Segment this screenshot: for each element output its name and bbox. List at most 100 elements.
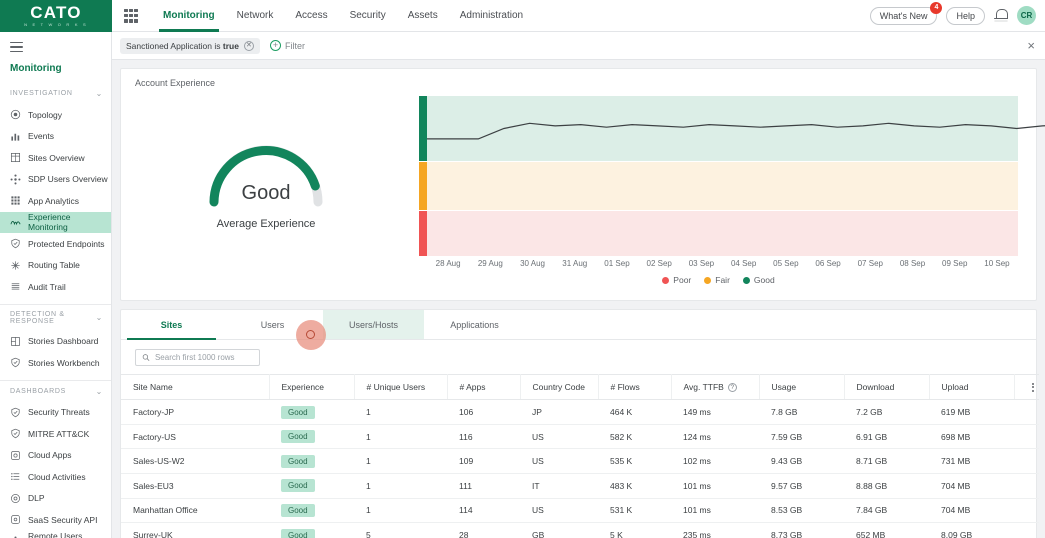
sidebar-item-stories-workbench[interactable]: Stories Workbench <box>0 352 111 374</box>
close-icon[interactable]: × <box>1027 39 1037 52</box>
brand-wordmark: CATO <box>30 3 82 22</box>
x-tick-label: 01 Sep <box>604 259 630 268</box>
sidebar-item-label: Remote Users Dashboard <box>28 531 83 538</box>
sidebar-item-label: Events <box>28 131 54 142</box>
list-lines-icon <box>11 473 20 481</box>
x-tick-label: 31 Aug <box>562 259 588 268</box>
saas-icon <box>11 515 20 525</box>
col-unique-users[interactable]: # Unique Users <box>354 373 448 401</box>
topnav-item-access[interactable]: Access <box>284 0 338 32</box>
topnav-item-monitoring[interactable]: Monitoring <box>152 0 226 32</box>
sidebar-item-remote-users-dashboard[interactable]: Remote Users Dashboard <box>0 531 111 538</box>
sidebar-item-security-threats[interactable]: Security Threats <box>0 402 111 424</box>
col-experience[interactable]: Experience <box>269 373 355 401</box>
cell-flows: 535 K <box>598 448 671 475</box>
cell-usage: 8.53 GB <box>759 498 844 524</box>
kebab-menu-icon[interactable] <box>1027 382 1040 392</box>
table-row[interactable]: Sales-EU3 Good 1 111 IT 483 K 101 ms 9.57 GB 8.8… <box>121 473 1039 499</box>
add-filter-button[interactable]: + Filter <box>269 40 305 51</box>
sidebar-item-audit-trail[interactable]: Audit Trail <box>0 276 111 298</box>
topnav-label: Assets <box>407 10 438 21</box>
bell-icon[interactable] <box>994 8 1008 23</box>
filter-chip-prefix: Sanctioned Application is <box>126 40 221 51</box>
chart-x-axis: 28 Aug 29 Aug 30 Aug 31 Aug 01 Sep 02 Sep 03 S… <box>419 259 1018 268</box>
tab-applications[interactable]: Applications <box>424 310 525 339</box>
sidebar-item-label: Experience Monitoring <box>28 212 71 233</box>
filter-chip-sanctioned-application[interactable]: Sanctioned Application is true ✕ <box>120 37 260 54</box>
grid-apps-icon[interactable] <box>124 8 138 23</box>
sidebar-item-label: Routing Table <box>28 260 80 271</box>
tab-label: Users/Hosts <box>348 319 398 330</box>
topnav-item-assets[interactable]: Assets <box>397 0 449 32</box>
table-row[interactable]: Manhattan Office Good 1 114 US 531 K 101 ms 8.5… <box>121 498 1039 524</box>
sidebar-item-saas-security-api[interactable]: SaaS Security API <box>0 509 111 531</box>
target-icon <box>10 110 21 120</box>
cell-flows: 5 K <box>598 522 671 538</box>
hamburger-menu-icon[interactable] <box>0 32 111 63</box>
cell-flows: 582 K <box>598 424 671 450</box>
sidebar-item-events[interactable]: Events <box>0 126 111 148</box>
sidebar-group-dashboards[interactable]: DASHBOARDS ⌄ <box>0 381 111 402</box>
table-row[interactable]: Factory-US Good 1 116 US 582 K 124 ms 7.59 GB 6.… <box>121 424 1039 450</box>
sidebar-group-detection-response[interactable]: DETECTION & RESPONSE ⌄ <box>0 305 111 331</box>
col-download[interactable]: Download <box>844 373 930 401</box>
col-usage[interactable]: Usage <box>759 373 845 401</box>
sidebar-item-protected-endpoints[interactable]: Protected Endpoints <box>0 233 111 255</box>
table-row[interactable]: Surrey-UK Good 5 28 GB 5 K 235 ms 8.73 GB 652 MB… <box>121 522 1039 538</box>
sidebar-item-topology[interactable]: Topology <box>0 104 111 126</box>
legend-item[interactable]: Fair <box>704 275 730 285</box>
cell-upload: 698 MB <box>929 424 1014 450</box>
avatar[interactable]: CR <box>1017 6 1036 25</box>
col-upload[interactable]: Upload <box>929 373 1015 401</box>
sidebar-item-sdp-users-overview[interactable]: SDP Users Overview <box>0 169 111 191</box>
sidebar-item-cloud-activities[interactable]: Cloud Activities <box>0 466 111 488</box>
col-avg-ttfb[interactable]: Avg. TTFB? <box>671 373 760 401</box>
col-flows[interactable]: # Flows <box>598 373 672 401</box>
sidebar-item-stories-dashboard[interactable]: Stories Dashboard <box>0 331 111 353</box>
help-button[interactable]: Help <box>946 6 985 25</box>
cell-experience: Good <box>269 473 354 499</box>
tab-sites[interactable]: Sites <box>121 310 222 340</box>
brand-logo[interactable]: CATO N E T W O R K S <box>0 0 112 32</box>
sidebar-item-mitre-attack[interactable]: MITRE ATT&CK <box>0 423 111 445</box>
cell-site: Manhattan Office <box>121 498 269 524</box>
sidebar-item-dlp[interactable]: DLP <box>0 488 111 510</box>
cell-country: IT <box>520 473 598 499</box>
brand-tagline: N E T W O R K S <box>24 22 88 27</box>
col-options[interactable] <box>1014 373 1040 401</box>
legend-item[interactable]: Good <box>742 275 775 285</box>
dlp-shield-icon <box>11 493 20 503</box>
topnav-item-network[interactable]: Network <box>226 0 285 32</box>
sidebar-group-investigation[interactable]: INVESTIGATION ⌄ <box>0 83 111 104</box>
legend-item[interactable]: Poor <box>662 275 691 285</box>
sidebar-item-cloud-apps[interactable]: Cloud Apps <box>0 445 111 467</box>
search-box[interactable] <box>135 349 260 366</box>
topnav-item-administration[interactable]: Administration <box>449 0 534 32</box>
table-row[interactable]: Sales-US-W2 Good 1 109 US 535 K 102 ms 9.43 GB 8… <box>121 448 1039 475</box>
tab-users[interactable]: Users <box>222 310 323 339</box>
sidebar-item-routing-table[interactable]: Routing Table <box>0 255 111 277</box>
cell-usage: 8.73 GB <box>759 522 844 538</box>
shield-check-icon <box>11 429 20 439</box>
col-apps[interactable]: # Apps <box>447 373 521 401</box>
chevron-down-icon: ⌄ <box>95 89 103 99</box>
search-input[interactable] <box>154 353 253 362</box>
close-circle-icon[interactable]: ✕ <box>243 40 254 51</box>
cell-experience: Good <box>269 498 354 524</box>
sidebar-item-experience-monitoring[interactable]: Experience Monitoring <box>0 211 111 234</box>
experience-gauge: Good <box>202 130 330 208</box>
col-site-name[interactable]: Site Name <box>121 373 270 401</box>
topnav-item-security[interactable]: Security <box>339 0 397 32</box>
trend-polyline <box>427 123 1045 139</box>
tab-users-hosts[interactable]: Users/Hosts <box>323 310 424 339</box>
info-icon[interactable]: ? <box>727 383 737 393</box>
search-row <box>121 340 1036 374</box>
col-country-code[interactable]: Country Code <box>520 373 599 401</box>
status-badge: Good <box>281 405 315 419</box>
sidebar-item-app-analytics[interactable]: App Analytics <box>0 190 111 212</box>
sidebar-item-sites-overview[interactable]: Sites Overview <box>0 147 111 169</box>
table-row[interactable]: Factory-JP Good 1 106 JP 464 K 149 ms 7.8 GB 7.2… <box>121 399 1039 425</box>
whats-new-button[interactable]: What's New 4 <box>869 1 943 25</box>
app-root: CATO N E T W O R K S Monitoring Network … <box>0 0 1045 538</box>
cell-users: 1 <box>354 448 447 475</box>
